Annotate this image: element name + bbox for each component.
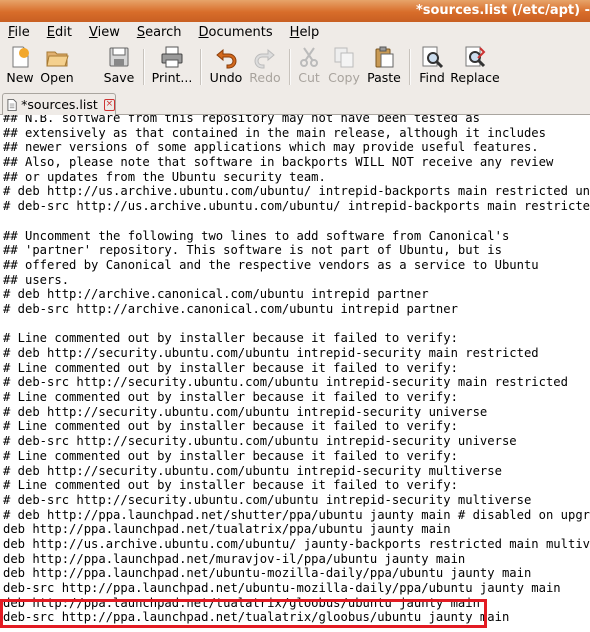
menu-documents-rest: ocuments	[208, 25, 273, 40]
editor-line[interactable]: # deb http://ppa.launchpad.net/shutter/p…	[3, 508, 590, 523]
find-icon	[422, 46, 444, 69]
editor-line[interactable]: # deb-src http://security.ubuntu.com/ubu…	[3, 493, 590, 508]
editor-line[interactable]: # deb http://us.archive.ubuntu.com/ubunt…	[3, 184, 590, 199]
editor-line[interactable]: ## Also, please note that software in ba…	[3, 155, 590, 170]
window-title: *sources.list (/etc/apt) -	[415, 3, 590, 18]
toolbar-separator	[200, 49, 202, 85]
menu-view-mnemonic: V	[88, 25, 98, 40]
find-label: Find	[419, 70, 445, 85]
menu-help-mnemonic: H	[289, 25, 300, 40]
editor-lines: ## N.B. software from this repository ma…	[3, 115, 590, 625]
menu-help-rest: elp	[299, 25, 320, 40]
document-icon	[7, 98, 17, 111]
menu-documents[interactable]: Documents	[191, 25, 282, 40]
menu-documents-mnemonic: D	[198, 25, 209, 40]
tab-sources-list[interactable]: *sources.list ×	[2, 93, 116, 115]
highlight-box	[0, 599, 487, 628]
toolbar: New Open ▼ Save Print... Undo Redo Cut C…	[0, 43, 590, 110]
close-icon[interactable]: ×	[103, 98, 115, 111]
redo-icon	[254, 48, 275, 69]
redo-button[interactable]: Redo	[249, 45, 281, 88]
menu-edit[interactable]: Edit	[39, 25, 81, 40]
editor-line[interactable]: ## Uncomment the following two lines to …	[3, 229, 590, 244]
undo-icon	[216, 48, 237, 69]
editor-line[interactable]: # Line commented out by installer becaus…	[3, 478, 590, 493]
editor-line[interactable]: # deb http://archive.canonical.com/ubunt…	[3, 287, 590, 302]
print-label: Print...	[151, 70, 193, 85]
cut-label: Cut	[298, 70, 320, 85]
menu-file[interactable]: File	[0, 25, 39, 40]
title-bar[interactable]: *sources.list (/etc/apt) -	[0, 0, 590, 22]
undo-label: Undo	[209, 70, 243, 85]
new-button[interactable]: New	[6, 45, 34, 88]
menu-help[interactable]: Help	[282, 25, 329, 40]
open-icon	[46, 51, 69, 67]
new-icon	[12, 46, 29, 68]
paste-label: Paste	[367, 70, 401, 85]
copy-label: Copy	[328, 70, 360, 85]
replace-button[interactable]: Replace	[450, 45, 500, 88]
copy-button[interactable]: Copy	[328, 45, 360, 88]
replace-label: Replace	[450, 70, 500, 85]
editor-line[interactable]: # Line commented out by installer becaus…	[3, 390, 590, 405]
editor-line[interactable]: # deb http://security.ubuntu.com/ubuntu …	[3, 405, 590, 420]
editor-line[interactable]: deb-src http://ppa.launchpad.net/ubuntu-…	[3, 581, 590, 596]
toolbar-separator	[143, 49, 145, 85]
copy-icon	[334, 47, 354, 68]
menu-search[interactable]: Search	[129, 25, 191, 40]
editor-line[interactable]: deb http://ppa.launchpad.net/muravjov-il…	[3, 552, 590, 567]
editor-line[interactable]: # deb http://security.ubuntu.com/ubuntu …	[3, 346, 590, 361]
editor-line[interactable]	[3, 317, 590, 332]
open-label: Open	[40, 70, 74, 85]
new-label: New	[6, 70, 34, 85]
cut-button[interactable]: Cut	[297, 45, 321, 88]
toolbar-separator	[409, 49, 411, 85]
replace-icon	[465, 46, 486, 68]
editor-line[interactable]: deb http://us.archive.ubuntu.com/ubuntu/…	[3, 537, 590, 552]
save-icon	[109, 47, 129, 67]
tab-strip: *sources.list ×	[0, 90, 590, 115]
editor-line[interactable]: # deb-src http://security.ubuntu.com/ubu…	[3, 434, 590, 449]
undo-button[interactable]: Undo	[209, 45, 243, 88]
editor-line[interactable]: # Line commented out by installer becaus…	[3, 419, 590, 434]
find-button[interactable]: Find	[417, 45, 447, 88]
menu-edit-mnemonic: E	[46, 25, 55, 40]
cut-icon	[300, 47, 318, 67]
editor-line[interactable]: ## N.B. software from this repository ma…	[3, 115, 590, 126]
text-editor[interactable]: ## N.B. software from this repository ma…	[0, 115, 590, 632]
menu-view-rest: iew	[97, 25, 120, 40]
open-button[interactable]: Open	[40, 45, 74, 88]
menu-search-rest: earch	[145, 25, 182, 40]
editor-line[interactable]: deb http://ppa.launchpad.net/ubuntu-mozi…	[3, 566, 590, 581]
editor-line[interactable]: ## 'partner' repository. This software i…	[3, 243, 590, 258]
paste-icon	[375, 46, 394, 68]
print-button[interactable]: Print...	[152, 45, 192, 88]
menu-bar: File Edit View Search Documents Help	[0, 22, 590, 43]
paste-button[interactable]: Paste	[366, 45, 402, 88]
editor-line[interactable]: ## offered by Canonical and the respecti…	[3, 258, 590, 273]
editor-line[interactable]: # Line commented out by installer becaus…	[3, 449, 590, 464]
menu-edit-rest: dit	[55, 25, 72, 40]
toolbar-separator	[289, 49, 291, 85]
editor-line[interactable]: # deb http://security.ubuntu.com/ubuntu …	[3, 464, 590, 479]
editor-line[interactable]: # Line commented out by installer becaus…	[3, 361, 590, 376]
redo-label: Redo	[249, 70, 281, 85]
editor-line[interactable]: ## newer versions of some applications w…	[3, 140, 590, 155]
editor-line[interactable]: ## extensively as that contained in the …	[3, 126, 590, 141]
editor-line[interactable]: # deb-src http://security.ubuntu.com/ubu…	[3, 375, 590, 390]
editor-line[interactable]: ## or updates from the Ubuntu security t…	[3, 170, 590, 185]
editor-line[interactable]: ## users.	[3, 273, 590, 288]
editor-line[interactable]	[3, 214, 590, 229]
menu-view[interactable]: View	[81, 25, 129, 40]
save-button[interactable]: Save	[102, 45, 136, 88]
tab-label: *sources.list	[21, 97, 98, 112]
print-icon	[161, 46, 183, 68]
editor-line[interactable]: # deb-src http://us.archive.ubuntu.com/u…	[3, 199, 590, 214]
editor-line[interactable]: deb http://ppa.launchpad.net/tualatrix/p…	[3, 522, 590, 537]
editor-line[interactable]: # Line commented out by installer becaus…	[3, 331, 590, 346]
editor-line[interactable]: # deb-src http://archive.canonical.com/u…	[3, 302, 590, 317]
menu-search-mnemonic: S	[136, 25, 146, 40]
save-label: Save	[103, 70, 135, 85]
menu-file-rest: ile	[14, 25, 30, 40]
